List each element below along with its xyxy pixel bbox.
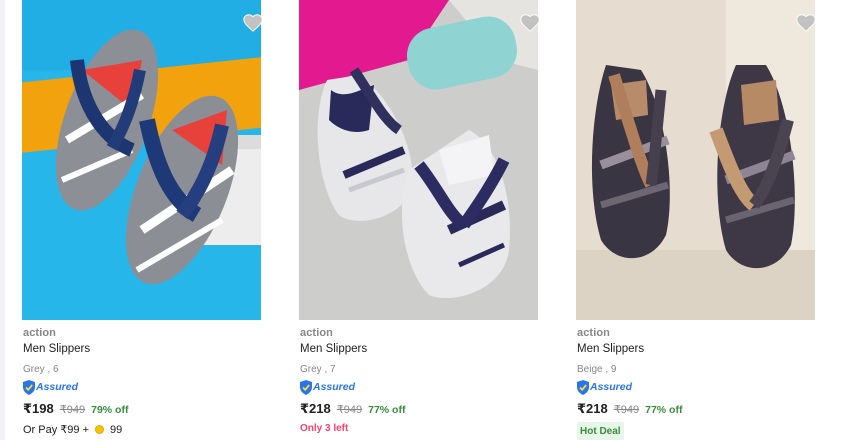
discount-label: 77% off (368, 404, 406, 416)
page-gutter (0, 0, 5, 440)
assured-label: Assured (313, 381, 356, 393)
assured-badge: Assured (577, 379, 632, 395)
discount-label: 77% off (645, 404, 683, 416)
heart-icon[interactable] (242, 12, 264, 34)
product-image[interactable] (299, 0, 538, 320)
product-brand: action (300, 327, 333, 339)
deal-badge-row: Hot Deal (577, 422, 624, 440)
original-price: ₹949 (613, 404, 640, 416)
product-image[interactable] (576, 0, 815, 320)
assured-label: Assured (36, 381, 79, 393)
assured-badge: Assured (300, 379, 355, 395)
selling-price: ₹218 (577, 401, 608, 416)
product-variant: Beige , 9 (577, 364, 617, 375)
assured-badge: Assured (23, 379, 78, 395)
product-title[interactable]: Men Slippers (577, 343, 644, 355)
coin-offer: Or Pay ₹99 + 99 (23, 423, 123, 437)
original-price: ₹949 (59, 404, 86, 416)
assured-shield-icon (300, 379, 312, 395)
product-brand: action (577, 327, 610, 339)
assured-shield-icon (577, 379, 589, 395)
or-pay-label: Or Pay ₹99 + (23, 424, 89, 436)
product-card[interactable]: action Men Slippers Grey , 7 Assured ₹21… (299, 0, 559, 440)
selling-price: ₹218 (300, 401, 331, 416)
assured-shield-icon (23, 379, 35, 395)
product-image[interactable] (22, 0, 261, 320)
stock-notice: Only 3 left (300, 423, 348, 434)
price-row: ₹198 ₹949 79% off (23, 401, 128, 417)
original-price: ₹949 (336, 404, 363, 416)
product-title[interactable]: Men Slippers (23, 343, 90, 355)
price-row: ₹218 ₹949 77% off (300, 401, 405, 417)
product-variant: Grey , 7 (300, 364, 336, 375)
heart-icon[interactable] (795, 12, 817, 34)
product-title[interactable]: Men Slippers (300, 343, 367, 355)
coin-value: 99 (110, 423, 123, 436)
selling-price: ₹198 (23, 401, 54, 416)
assured-label: Assured (590, 381, 633, 393)
product-card[interactable]: action Men Slippers Grey , 6 Assured ₹19… (22, 0, 282, 440)
product-variant: Grey , 6 (23, 364, 59, 375)
product-brand: action (23, 327, 56, 339)
stock-label: Only 3 left (300, 423, 349, 434)
product-card[interactable]: action Men Slippers Beige , 9 Assured ₹2… (576, 0, 836, 440)
supercoin-icon (95, 425, 104, 434)
heart-icon[interactable] (519, 12, 541, 34)
price-row: ₹218 ₹949 77% off (577, 401, 682, 417)
discount-label: 79% off (91, 404, 129, 416)
hot-deal-badge: Hot Deal (577, 422, 624, 440)
